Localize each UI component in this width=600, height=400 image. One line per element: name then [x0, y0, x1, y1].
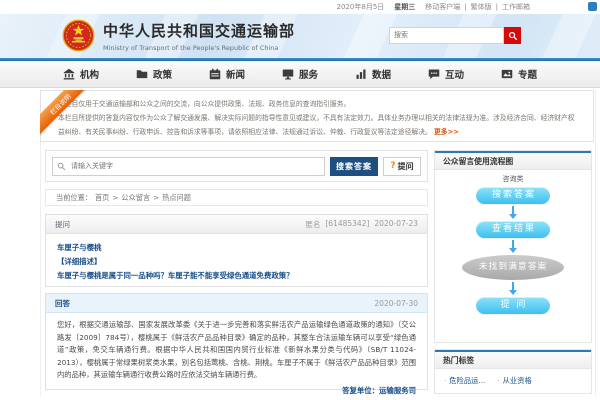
nav-label: 服务: [299, 67, 318, 81]
bank-icon: [63, 68, 75, 80]
link-mobile-client[interactable]: 移动客户端: [425, 2, 460, 12]
tag-label: 危险品运...: [449, 376, 485, 386]
calendar-icon: [209, 68, 221, 80]
notice-line: 益纠纷、有关民事纠纷、行政申诉、控告和诉求等事项，请依照相应法律、法规通过诉讼、…: [58, 128, 432, 136]
answer-panel: 回答 2020-07-30 您好，根据交通运输部、国家发展改革委《关于进一步完善…: [45, 293, 428, 390]
flow-step-search-answers[interactable]: 搜索答案: [476, 187, 550, 204]
keyword-search-input[interactable]: [69, 162, 320, 171]
question-date: 2020-07-23: [374, 219, 418, 230]
breadcrumb-separator: >: [112, 193, 118, 202]
tag-professional-qualification[interactable]: · 从业资格: [497, 376, 531, 386]
nav-item-news[interactable]: 新闻: [209, 67, 245, 81]
answer-unit: 答复单位：运输服务司: [46, 382, 427, 396]
breadcrumb-public-messages[interactable]: 公众留言: [121, 193, 150, 203]
speech-bubble-icon: [428, 68, 440, 80]
answer-header-label: 回答: [55, 298, 70, 309]
message-flow-panel: 公众留言使用流程图 咨询类 搜索答案 查看结果 未找到满意答案 提 问: [434, 150, 592, 343]
nav-item-organization[interactable]: 机构: [63, 67, 99, 81]
divider: |: [496, 3, 498, 11]
tag-dangerous-goods-transport[interactable]: · 危险品运...: [444, 376, 485, 386]
site-subtitle-english: Ministry of Transport of the People's Re…: [103, 44, 295, 52]
nav-label: 数据: [372, 67, 391, 81]
answer-body: 您好，根据交通运输部、国家发展改革委《关于进一步完善和落实鲜活农产品运输绿色通道…: [46, 313, 427, 382]
search-answers-button[interactable]: 搜索答案: [330, 157, 378, 176]
question-mark-icon: ?: [390, 161, 395, 171]
nav-item-services[interactable]: 服务: [282, 67, 318, 81]
flow-step-ask-question[interactable]: 提 问: [476, 297, 550, 314]
breadcrumb: 当前位置： 首页 > 公众留言 > 热点问题: [45, 189, 428, 206]
column-notice-panel: 栏目说明 本栏目仅用于交通运输部和公众之间的交流，向公众提供政策、法规、政务信息…: [40, 90, 594, 142]
site-title: 中华人民共和国交通运输部: [103, 20, 295, 41]
search-icon: [508, 31, 518, 41]
arrow-down-icon: [512, 206, 514, 214]
flow-step-no-satisfactory-answer: 未找到满意答案: [462, 255, 564, 280]
question-title: 车厘子与樱桃: [57, 241, 416, 255]
flow-step-view-results: 查看结果: [476, 221, 550, 238]
search-icon: [57, 162, 66, 171]
bullet-icon: ·: [444, 377, 446, 385]
ribbon-corner: 栏目说明: [40, 90, 86, 136]
keyword-input-wrap: [52, 157, 325, 176]
hot-tags-title: 热门标签: [435, 350, 591, 369]
link-work-mail[interactable]: 工作邮箱: [502, 2, 530, 12]
header-search-button[interactable]: [504, 27, 521, 44]
current-date: 2020年8月5日: [337, 2, 385, 12]
question-body: 车厘子与樱桃是属于同一品种吗？车厘子能不能享受绿色通道免费政策？: [57, 269, 416, 283]
answer-date: 2020-07-30: [374, 299, 418, 308]
arrow-down-icon: [512, 282, 514, 290]
site-header: 中华人民共和国交通运输部 Ministry of Transport of th…: [0, 14, 600, 58]
nav-item-data[interactable]: 数据: [355, 67, 391, 81]
nav-label: 机构: [80, 67, 99, 81]
answer-search-panel: 搜索答案 ? 提问: [45, 150, 428, 182]
nav-label: 政策: [153, 67, 172, 81]
ask-button-label: 提问: [398, 161, 414, 172]
picture-icon: [501, 68, 513, 80]
breadcrumb-separator: >: [153, 193, 159, 202]
header-search-input[interactable]: [389, 27, 504, 44]
breadcrumb-hot-questions: 热点问题: [162, 193, 191, 203]
question-detail-label: 【详细描述】: [57, 255, 416, 269]
more-link[interactable]: 更多>>: [434, 128, 459, 136]
question-id: [61485342]: [325, 219, 369, 230]
nav-label: 新闻: [226, 67, 245, 81]
column-description-ribbon: 栏目说明: [40, 90, 86, 136]
bullet-icon: ·: [497, 377, 499, 385]
arrow-down-icon: [512, 240, 514, 248]
tag-label: 从业资格: [503, 376, 532, 386]
nav-label: 互动: [445, 67, 464, 81]
flow-panel-title: 公众留言使用流程图: [435, 151, 591, 170]
nav-item-interaction[interactable]: 互动: [428, 67, 464, 81]
national-emblem-logo: [62, 19, 95, 52]
breadcrumb-home[interactable]: 首页: [95, 193, 109, 203]
question-panel: 提问 匿名 [61485342] 2020-07-23 车厘子与樱桃 【详细描述…: [45, 214, 428, 287]
bar-chart-icon: [355, 68, 367, 80]
folder-icon: [136, 68, 148, 80]
current-weekday: 星期三: [394, 2, 415, 12]
topbar: 2020年8月5日 星期三 移动客户端 | 繁体版 | 工作邮箱: [0, 0, 600, 14]
link-traditional-chinese[interactable]: 繁体版: [471, 2, 492, 12]
flow-category-label: 咨询类: [435, 174, 591, 184]
nav-item-topics[interactable]: 专题: [501, 67, 537, 81]
nav-item-policy[interactable]: 政策: [136, 67, 172, 81]
topbar-mini-icon[interactable]: [588, 2, 597, 11]
nav-label: 专题: [518, 67, 537, 81]
notice-line: 本栏目所提供的答复内容仅作为公众了解交通发展、解决实际问题的指导性意见或建议，不…: [58, 111, 583, 125]
breadcrumb-label: 当前位置：: [56, 193, 92, 203]
question-header-label: 提问: [55, 219, 70, 230]
hot-tags-panel: 热门标签 · 危险品运... · 从业资格: [434, 349, 592, 394]
monitor-icon: [282, 68, 294, 80]
divider: |: [464, 3, 466, 11]
main-navigation: 机构 政策 新闻 服务 数据 互动 专题: [0, 61, 600, 88]
question-author: 匿名: [305, 219, 320, 230]
ask-question-button[interactable]: ? 提问: [383, 157, 421, 176]
notice-line: 本栏目仅用于交通运输部和公众之间的交流，向公众提供政策、法规、政务信息的查询指引…: [58, 97, 583, 111]
